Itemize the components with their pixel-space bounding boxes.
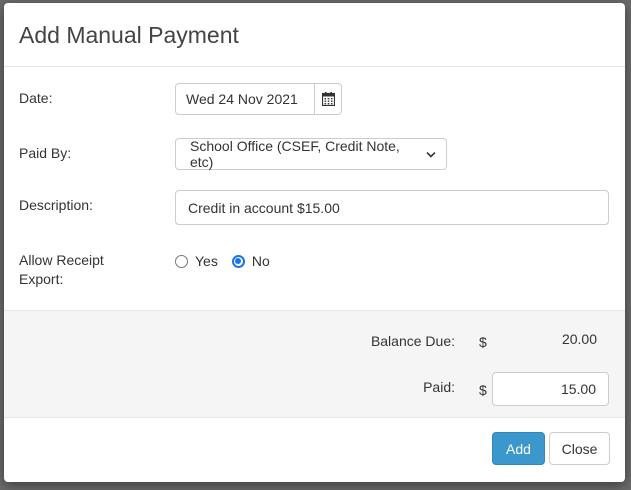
radio-yes[interactable] [175,254,188,268]
balance-due-value: 20.00 [561,331,597,347]
allow-receipt-export-label: Allow Receipt Export: [19,251,104,289]
allow-receipt-export-label-line2: Export: [19,271,64,287]
paid-by-select[interactable]: School Office (CSEF, Credit Note, etc) [175,138,447,170]
date-picker-group [175,83,342,115]
calendar-icon [321,92,335,106]
radio-yes-label: Yes [195,253,218,269]
paid-input[interactable] [492,372,609,406]
paid-by-selected-value: School Office (CSEF, Credit Note, etc) [190,138,400,170]
chevron-down-icon [426,151,436,158]
date-input[interactable] [176,84,314,114]
add-manual-payment-dialog: Add Manual Payment Date: Paid By: School… [4,3,625,482]
date-label: Date: [19,90,53,106]
allow-receipt-export-label-line1: Allow Receipt [19,252,104,268]
description-label: Description: [19,197,93,213]
radio-option-yes[interactable]: Yes [175,253,218,269]
modal-title: Add Manual Payment [19,22,239,48]
radio-no[interactable] [231,254,245,268]
add-button[interactable]: Add [492,432,545,465]
close-button[interactable]: Close [549,432,610,465]
totals-section: Balance Due: $ 20.00 Paid: $ [4,310,625,418]
allow-receipt-export-radio-group: Yes No [175,253,284,269]
paid-currency: $ [479,382,487,398]
balance-due-currency: $ [479,334,487,350]
radio-option-no[interactable]: No [231,253,270,269]
modal-header: Add Manual Payment [4,3,625,67]
paid-by-label: Paid By: [19,145,72,161]
date-picker-button[interactable] [314,84,341,114]
paid-label: Paid: [423,379,455,395]
balance-due-label: Balance Due: [370,333,455,349]
radio-no-label: No [251,253,270,269]
description-input[interactable] [175,190,609,225]
